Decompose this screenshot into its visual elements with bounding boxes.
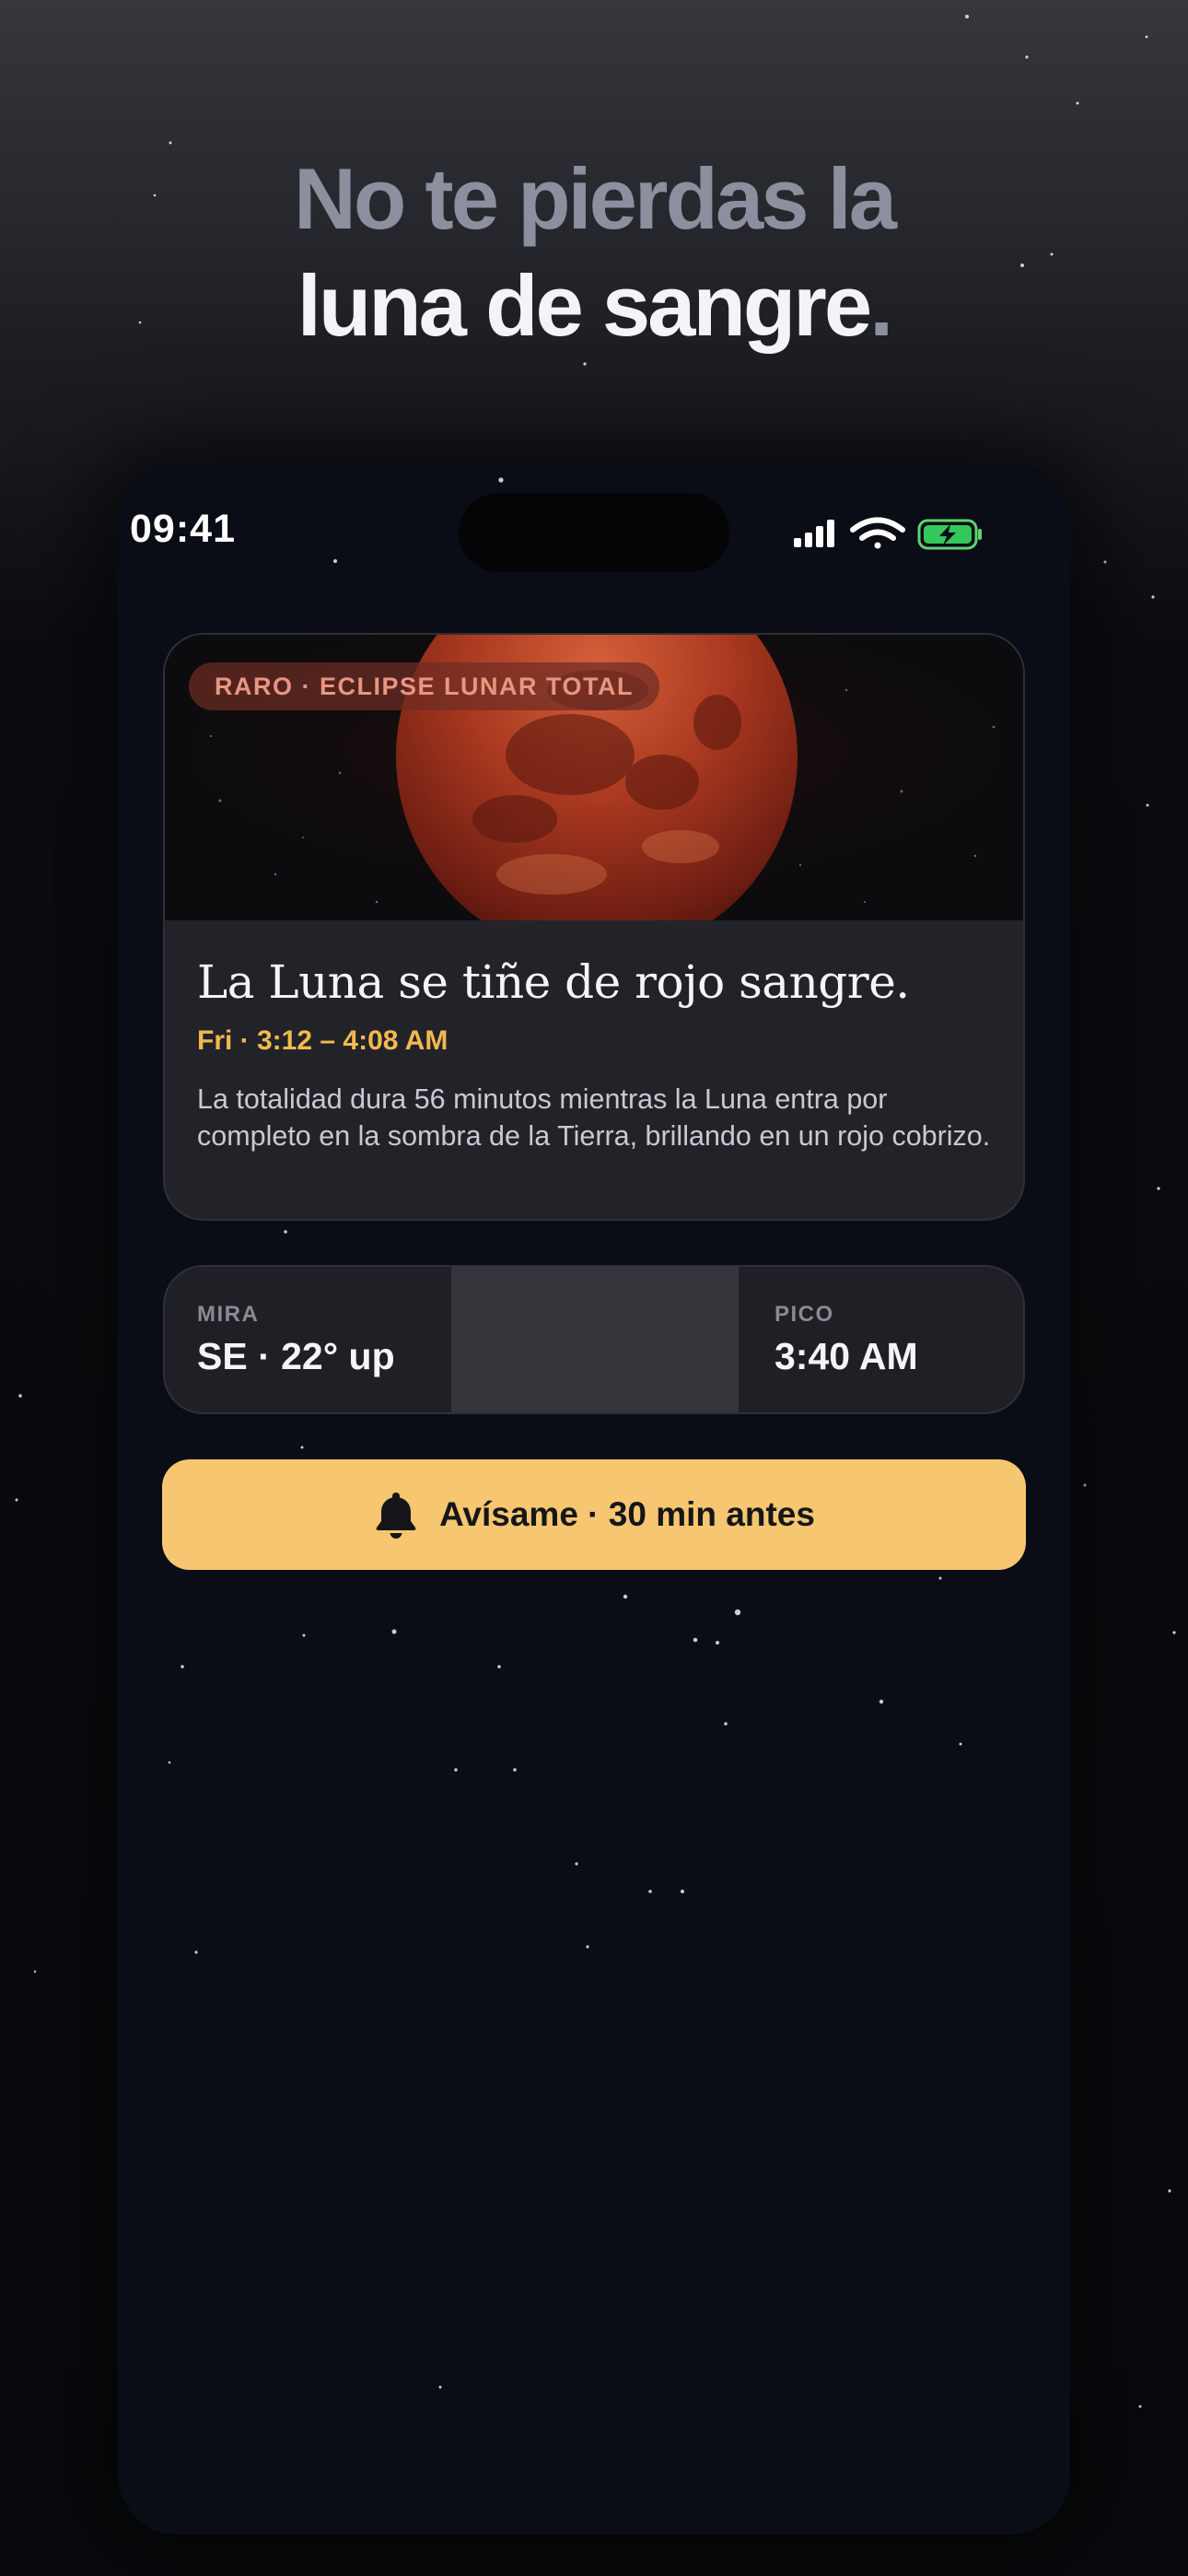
blood-moon-image: RARO · ECLIPSE LUNAR TOTAL: [165, 635, 1023, 957]
headline-period: .: [869, 257, 893, 354]
status-time: 09:41: [130, 507, 236, 551]
signal-icon: [794, 520, 834, 547]
stats-divider-block: [451, 1267, 739, 1412]
rarity-badge: RARO · ECLIPSE LUNAR TOTAL: [189, 662, 659, 710]
bell-icon: [376, 1493, 416, 1539]
eclipse-card[interactable]: RARO · ECLIPSE LUNAR TOTAL La Luna se ti…: [163, 633, 1025, 1221]
battery-charging-icon: [917, 519, 982, 550]
headline-emphasis: luna de sangre: [297, 257, 872, 354]
card-title: La Luna se tiñe de rojo sangre.: [197, 955, 910, 1009]
look-label: MIRA: [197, 1302, 260, 1327]
headline-line-2: luna de sangre.: [0, 252, 1188, 359]
notify-button-label: Avísame · 30 min antes: [439, 1495, 815, 1533]
stats-panel: MIRA SE · 22° up PICO 3:40 AM: [163, 1265, 1025, 1414]
event-time: Fri · 3:12 – 4:08 AM: [197, 1025, 448, 1056]
peak-label: PICO: [775, 1302, 834, 1327]
wifi-icon: [850, 517, 905, 549]
dynamic-island: [459, 493, 729, 572]
event-description: La totalidad dura 56 minutos mientras la…: [197, 1083, 991, 1152]
headline-line-1: No te pierdas la: [294, 150, 897, 247]
notify-button[interactable]: Avísame · 30 min antes: [162, 1459, 1026, 1570]
peak-value: 3:40 AM: [775, 1335, 918, 1377]
look-value: SE · 22° up: [197, 1335, 395, 1377]
headline: No te pierdas la luna de sangre.: [0, 146, 1188, 359]
status-icons: [794, 517, 982, 550]
